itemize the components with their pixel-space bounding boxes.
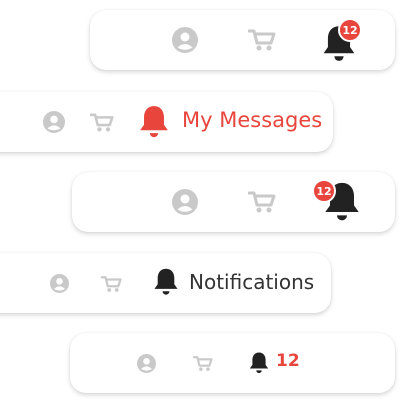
user-icon[interactable]	[50, 274, 69, 293]
notification-count: 12	[276, 351, 300, 371]
notification-badge: 12	[338, 18, 362, 42]
nav-bar-2: My Messages	[0, 92, 333, 152]
user-icon[interactable]	[43, 111, 65, 133]
cart-icon[interactable]	[101, 275, 122, 293]
nav-bar-4: Notifications	[0, 253, 331, 313]
nav-bar-5: 12	[70, 333, 395, 393]
nav-bar-1: 12	[90, 10, 395, 70]
nav-bar-3: 12	[72, 172, 395, 232]
user-icon[interactable]	[172, 27, 198, 53]
notification-badge: 12	[312, 179, 336, 203]
cart-icon[interactable]	[193, 355, 213, 372]
bell-icon[interactable]	[248, 351, 270, 375]
notifications-label[interactable]: Notifications	[189, 272, 314, 292]
cart-icon[interactable]	[90, 112, 114, 133]
user-icon[interactable]	[137, 354, 156, 373]
my-messages-label[interactable]: My Messages	[182, 110, 322, 131]
cart-icon[interactable]	[248, 190, 276, 214]
bell-icon[interactable]	[152, 267, 180, 297]
bell-icon[interactable]	[137, 104, 171, 140]
user-icon[interactable]	[172, 189, 198, 215]
cart-icon[interactable]	[248, 28, 276, 52]
